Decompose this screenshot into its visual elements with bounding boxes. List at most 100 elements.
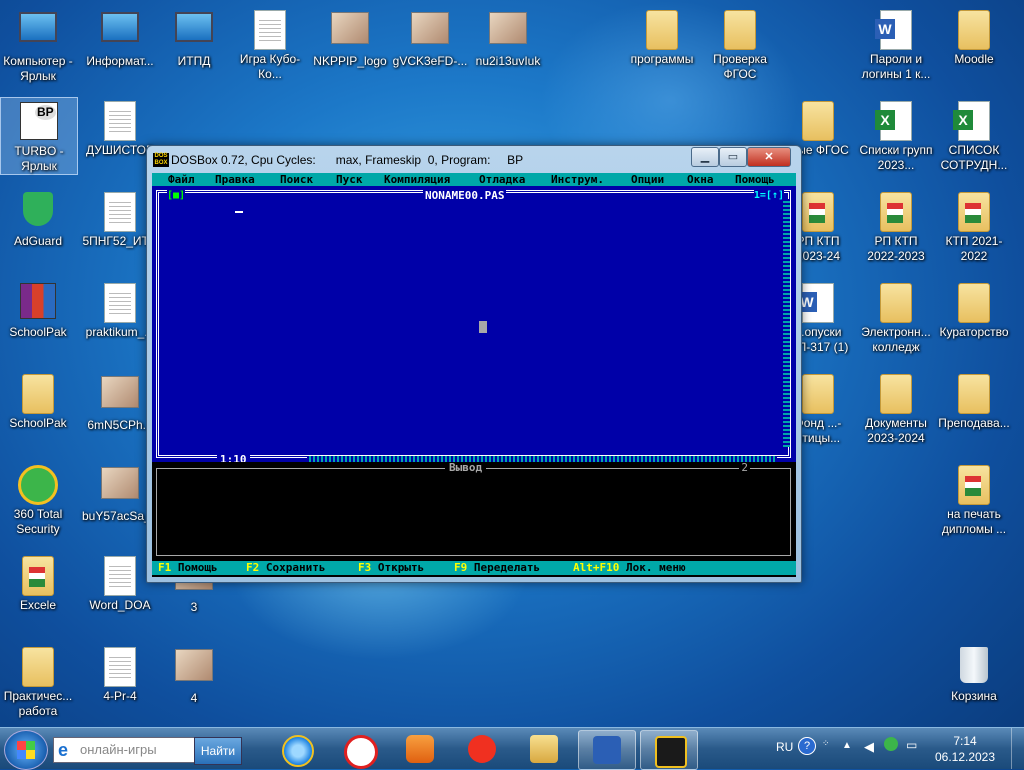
desktop-icon-label: 3	[190, 600, 198, 614]
folder-icon	[642, 10, 682, 50]
desktop-icon-schoolpak1[interactable]: SchoolPak	[0, 279, 76, 340]
desktop-icon-label: SchoolPak	[9, 325, 67, 339]
taskbar-ie[interactable]	[268, 730, 324, 768]
menu-item-debug[interactable]: Отладка	[479, 173, 525, 186]
folder-icon	[876, 374, 916, 414]
desktop-icon-label: 4-Pr-4	[103, 689, 137, 703]
desktop-icon-nkppip[interactable]: NKPPIP_logo	[312, 6, 388, 69]
clock-date: 06.12.2023	[934, 750, 996, 764]
output-window-number: 2	[739, 461, 750, 474]
image-icon	[410, 12, 450, 52]
yandex-icon	[468, 735, 496, 763]
language-indicator[interactable]: RU	[776, 740, 793, 754]
output-window[interactable]: Вывод 2	[152, 462, 796, 560]
desktop-icon-programmy[interactable]: программы	[624, 6, 700, 67]
volume-icon[interactable]: ◀	[864, 739, 874, 755]
desktop-icon-label: Списки групп 2023...	[859, 143, 933, 172]
desktop-icon-label: Документы 2023-2024	[865, 416, 927, 445]
excel-icon	[875, 101, 916, 141]
search-button[interactable]: Найти	[194, 737, 242, 765]
clock-time: 7:14	[953, 734, 977, 748]
taskbar-yandex-browser[interactable]	[330, 730, 386, 769]
menu-item-help[interactable]: Помощь	[735, 173, 775, 186]
desktop-icon-na_pechat[interactable]: на печать дипломы ...	[936, 461, 1012, 537]
clock[interactable]: 7:14 06.12.2023	[930, 733, 1000, 765]
taskbar-dosbox[interactable]	[640, 730, 698, 770]
maximize-button[interactable]: ▭	[719, 147, 747, 167]
search-input[interactable]: e онлайн-игры	[53, 737, 195, 763]
desktop-icon-schoolpak2[interactable]: SchoolPak	[0, 370, 76, 431]
desktop-icon-computer[interactable]: Компьютер - Ярлык	[0, 6, 76, 84]
menu-item-tools[interactable]: Инструм.	[551, 173, 604, 186]
desktop-icon-label: Корзина	[951, 689, 997, 703]
status-local-menu[interactable]: Alt+F10 Лок. меню	[573, 561, 686, 575]
status-redo[interactable]: F9 Переделать	[454, 561, 540, 575]
folder-icon	[798, 192, 838, 232]
desktop-icon-elektronny[interactable]: Электронн... колледж	[858, 279, 934, 355]
folder-icon	[954, 10, 994, 50]
desktop-icon-proverka[interactable]: Проверка ФГОС	[702, 6, 778, 82]
menu-item-edit[interactable]: Правка	[215, 173, 255, 186]
desktop-icon-igra[interactable]: Игра Кубо-Ко...	[232, 6, 308, 82]
taskbar-yandex[interactable]	[454, 730, 510, 768]
dos-screen[interactable]: Файл Правка Поиск Пуск Компиляция Отладк…	[152, 173, 796, 577]
taskbar-word[interactable]	[578, 730, 636, 770]
desktop-icon-spiski[interactable]: Списки групп 2023...	[858, 97, 934, 173]
menu-item-search[interactable]: Поиск	[280, 173, 313, 186]
language-options-icon[interactable]: ⁘	[822, 738, 830, 749]
menu-item-file[interactable]: Файл	[168, 173, 195, 186]
desktop-icon-adguard[interactable]: AdGuard	[0, 188, 76, 249]
taskbar: e онлайн-игры Найти RU ? ⁘ ▲ ◀ ▭ 7:14 06…	[0, 727, 1024, 770]
desktop-icon-label: ИТПД	[177, 54, 211, 68]
desktop-icon-itpd[interactable]: ИТПД	[156, 6, 232, 69]
folder-icon	[720, 10, 760, 50]
desktop-icon-gvck[interactable]: gVCK3eFD-...	[392, 6, 468, 69]
desktop-icon-label: Пароли и логины 1 к...	[861, 52, 931, 81]
desktop-icon-spisok[interactable]: СПИСОК СОТРУДН...	[936, 97, 1012, 173]
desktop-icon-rp_ktp_2[interactable]: РП КТП 2022-2023	[858, 188, 934, 264]
desktop-icon-label: на печать дипломы ...	[941, 507, 1007, 536]
desktop-icon-dokumenty[interactable]: Документы 2023-2024	[858, 370, 934, 446]
taskbar-explorer[interactable]	[516, 730, 572, 768]
desktop-icon-praktich[interactable]: Практичес... работа	[0, 643, 76, 719]
editor-window-number[interactable]: 1=[↑]	[753, 190, 784, 201]
taskbar-media[interactable]	[392, 730, 448, 768]
desktop-icon-ktp[interactable]: КТП 2021-2022	[936, 188, 1012, 264]
vertical-scrollbar[interactable]	[783, 199, 790, 447]
desktop-icon-360[interactable]: 360 Total Security	[0, 461, 76, 537]
editor-close-button[interactable]: [■]	[167, 190, 186, 201]
status-open[interactable]: F3 Открыть	[358, 561, 424, 575]
menu-item-options[interactable]: Опции	[631, 173, 664, 186]
desktop-icon-moodle[interactable]: Moodle	[936, 6, 1012, 67]
desktop-icon-paroli[interactable]: Пароли и логины 1 к...	[858, 6, 934, 82]
start-button[interactable]	[4, 730, 48, 770]
show-hidden-icons-icon[interactable]: ▲	[842, 740, 852, 751]
desktop-icon-label: Компьютер - Ярлык	[3, 54, 73, 83]
close-button[interactable]: ✕	[747, 147, 791, 167]
minimize-button[interactable]: ▁	[691, 147, 719, 167]
desktop-icon-korzina[interactable]: Корзина	[936, 643, 1012, 704]
desktop-icon-nu2i[interactable]: nu2i13uvIuk	[470, 6, 546, 69]
network-icon[interactable]	[884, 737, 898, 751]
desktop-icon-prepodava[interactable]: Преподава...	[936, 370, 1012, 431]
menu-item-run[interactable]: Пуск	[336, 173, 363, 186]
status-save[interactable]: F2 Сохранить	[246, 561, 325, 575]
desktop-icon-inform[interactable]: Информат...	[82, 6, 158, 69]
dosbox-window[interactable]: DOS BOX DOSBox 0.72, Cpu Cycles: max, Fr…	[146, 145, 802, 583]
show-desktop-button[interactable]	[1011, 728, 1024, 769]
desktop-icon-label: Кураторство	[939, 325, 1009, 339]
desktop-icon-kuratorstvo[interactable]: Кураторство	[936, 279, 1012, 340]
editor-window[interactable]: [■] NONAME00.PAS 1=[↑] 1:10	[152, 186, 796, 465]
menu-item-compile[interactable]: Компиляция	[384, 173, 450, 186]
help-icon[interactable]: ?	[798, 737, 816, 755]
menu-item-window[interactable]: Окна	[687, 173, 714, 186]
desktop-icon-turbo[interactable]: BP TURBO - Ярлык	[0, 97, 78, 175]
mouse-cursor	[479, 321, 487, 333]
desktop-icon-n4[interactable]: 4	[156, 643, 232, 706]
folder-icon	[954, 465, 994, 505]
shortcut-icon	[100, 12, 140, 52]
power-icon[interactable]: ▭	[906, 738, 917, 752]
status-help[interactable]: F1 Помощь	[158, 561, 218, 575]
desktop-icon-excele[interactable]: Excele	[0, 552, 76, 613]
desktop-icon-4pr4[interactable]: 4-Pr-4	[82, 643, 158, 704]
